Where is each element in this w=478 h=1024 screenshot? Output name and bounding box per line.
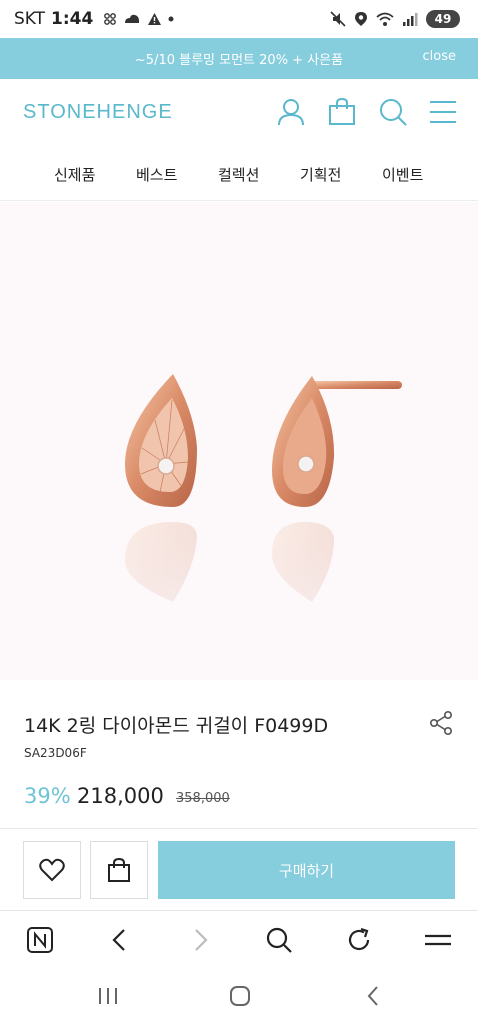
nav-item-event[interactable]: 이벤트 [382, 164, 423, 185]
location-icon [355, 12, 367, 26]
battery-level: 49 [434, 12, 452, 26]
status-bar: SKT 1:44 49 [0, 0, 478, 38]
share-icon[interactable] [428, 710, 454, 736]
carrier-label: SKT [14, 9, 46, 29]
sale-price: 218,000 [77, 784, 164, 808]
shopping-bag-icon [108, 857, 130, 882]
recent-apps-icon[interactable] [96, 984, 120, 1008]
status-left: SKT 1:44 [14, 9, 174, 29]
earrings-illustration [0, 374, 478, 680]
promo-text: ~5/10 블루밍 모먼트 20% + 사은품 [134, 53, 344, 68]
status-right: 49 [330, 10, 460, 28]
warning-icon [148, 13, 162, 25]
promo-banner[interactable]: ~5/10 블루밍 모먼트 20% + 사은품 close [0, 38, 478, 79]
heart-icon [39, 858, 65, 882]
cart-icon[interactable] [327, 97, 357, 127]
home-icon[interactable] [228, 984, 252, 1008]
buy-button-label: 구매하기 [278, 861, 335, 880]
battery-indicator: 49 [426, 10, 460, 28]
product-name: 14K 2링 다이아몬드 귀걸이 F0499D [24, 715, 329, 737]
dot-icon [168, 16, 174, 22]
right-earring [272, 376, 402, 507]
cloud-icon [125, 14, 140, 23]
forward-icon[interactable] [186, 926, 214, 954]
browser-toolbar [0, 910, 478, 968]
back-icon[interactable] [106, 926, 134, 954]
browser-search-icon[interactable] [265, 926, 293, 954]
system-navigation [0, 968, 478, 1024]
system-back-icon[interactable] [362, 984, 386, 1008]
divider [0, 828, 478, 829]
nav-item-best[interactable]: 베스트 [136, 164, 177, 185]
site-header: STONEHENGE [0, 79, 478, 149]
wishlist-button[interactable] [23, 841, 81, 899]
refresh-icon[interactable] [345, 926, 373, 954]
search-icon[interactable] [378, 97, 408, 127]
wifi-icon [376, 12, 394, 26]
product-code: SA23D06F [24, 746, 87, 760]
nav-item-new[interactable]: 신제품 [54, 164, 95, 185]
discount-rate: 39% [24, 784, 71, 808]
brand-logo[interactable]: STONEHENGE [23, 101, 173, 124]
banner-close-button[interactable]: close [423, 49, 456, 64]
browser-menu-icon[interactable] [424, 926, 452, 954]
signal-icon [403, 13, 418, 26]
buy-button[interactable]: 구매하기 [158, 841, 455, 899]
mute-icon [330, 11, 346, 27]
category-nav: 신제품 베스트 컬렉션 기획전 이벤트 [0, 149, 478, 201]
add-to-cart-button[interactable] [90, 841, 148, 899]
notification-icons [103, 12, 174, 26]
nav-item-exhibition[interactable]: 기획전 [300, 164, 341, 185]
status-time: 1:44 [51, 9, 94, 29]
original-price: 358,000 [176, 791, 230, 806]
left-earring [125, 374, 197, 507]
app-icon [104, 13, 117, 25]
product-image[interactable] [0, 202, 478, 680]
naver-home-icon[interactable] [26, 926, 54, 954]
nav-item-collection[interactable]: 컬렉션 [218, 164, 259, 185]
account-icon[interactable] [276, 97, 306, 127]
menu-icon[interactable] [428, 97, 458, 127]
